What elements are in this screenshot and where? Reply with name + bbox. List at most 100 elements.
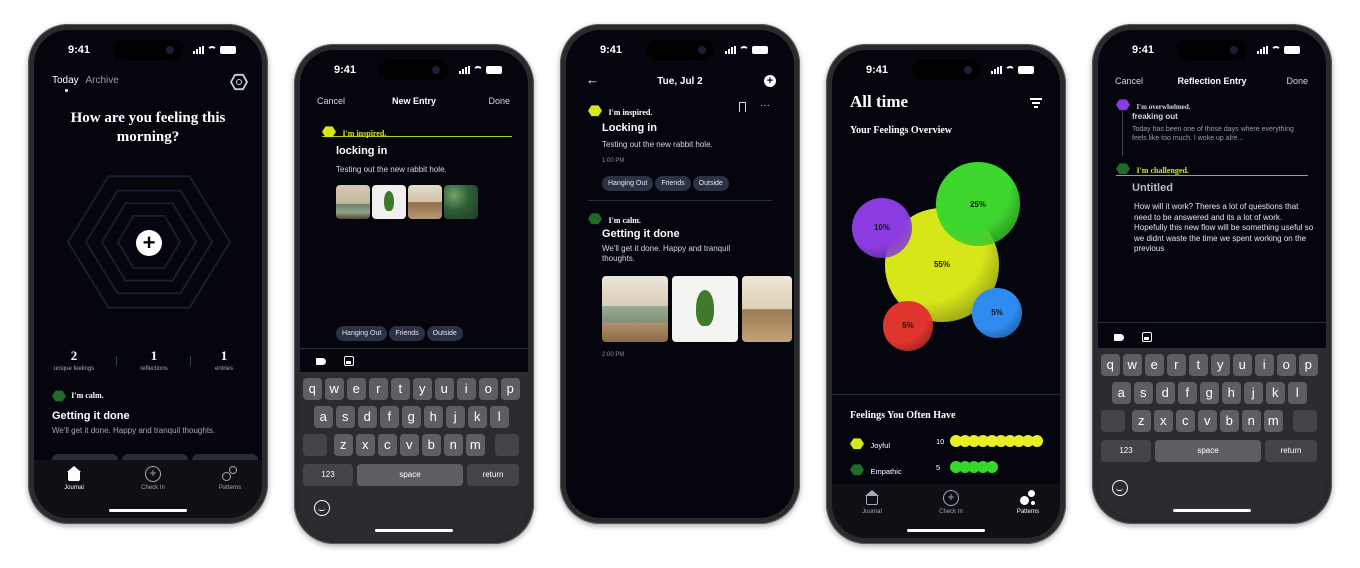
entry-body-input[interactable]: How will it work? Theres a lot of questi…	[1134, 202, 1314, 255]
key-o[interactable]: o	[1277, 354, 1296, 376]
key-w[interactable]: w	[1123, 354, 1142, 376]
key-e[interactable]: e	[347, 378, 366, 400]
entry-title-input[interactable]: locking in	[336, 145, 387, 157]
key-u[interactable]: u	[1233, 354, 1252, 376]
backspace-key[interactable]	[495, 434, 519, 456]
numbers-key[interactable]: 123	[1101, 440, 1151, 462]
space-key[interactable]: space	[357, 464, 463, 486]
image-icon[interactable]	[344, 356, 354, 366]
often-row-joyful[interactable]: Joyful 10	[850, 435, 1046, 450]
key-h[interactable]: h	[1222, 382, 1241, 404]
key-j[interactable]: j	[1244, 382, 1263, 404]
key-s[interactable]: s	[1134, 382, 1153, 404]
key-x[interactable]: x	[356, 434, 375, 456]
key-g[interactable]: g	[402, 406, 421, 428]
entry-title-input[interactable]: Untitled	[1132, 182, 1173, 194]
often-row-empathic[interactable]: Empathic 5	[850, 461, 1046, 476]
photo-room[interactable]	[408, 185, 442, 219]
add-entry-button[interactable]: +	[764, 75, 776, 87]
key-d[interactable]: d	[358, 406, 377, 428]
key-t[interactable]: t	[391, 378, 410, 400]
photo-room[interactable]	[742, 276, 792, 342]
photo-living-room[interactable]	[602, 276, 668, 342]
key-m[interactable]: m	[466, 434, 485, 456]
feeling-label[interactable]: I'm challenged.	[1116, 160, 1308, 176]
key-z[interactable]: z	[1132, 410, 1151, 432]
key-b[interactable]: b	[422, 434, 441, 456]
add-checkin-button[interactable]: +	[136, 230, 162, 256]
photo-living-room[interactable]	[336, 185, 370, 219]
tag-chip[interactable]: Friends	[655, 176, 691, 191]
emoji-icon[interactable]	[314, 500, 330, 516]
key-b[interactable]: b	[1220, 410, 1239, 432]
key-y[interactable]: y	[1211, 354, 1230, 376]
key-z[interactable]: z	[334, 434, 353, 456]
key-g[interactable]: g	[1200, 382, 1219, 404]
shift-key[interactable]	[303, 434, 327, 456]
nav-checkin[interactable]: + Check In	[921, 490, 981, 515]
backspace-key[interactable]	[1293, 410, 1317, 432]
key-h[interactable]: h	[424, 406, 443, 428]
image-icon[interactable]	[1142, 332, 1152, 342]
key-v[interactable]: v	[1198, 410, 1217, 432]
key-p[interactable]: p	[1299, 354, 1318, 376]
key-d[interactable]: d	[1156, 382, 1175, 404]
bubble-feeling-5[interactable]: 5%	[883, 301, 933, 351]
nav-journal[interactable]: Journal	[842, 490, 902, 515]
nav-checkin[interactable]: + Check In	[123, 466, 183, 491]
key-w[interactable]: w	[325, 378, 344, 400]
settings-icon[interactable]	[230, 73, 248, 91]
key-e[interactable]: e	[1145, 354, 1164, 376]
photo-plant[interactable]	[672, 276, 738, 342]
tag-chip[interactable]: Friends	[389, 326, 425, 341]
emoji-icon[interactable]	[1112, 480, 1128, 496]
done-button[interactable]: Done	[1286, 76, 1308, 86]
tag-chip[interactable]: Outside	[692, 176, 729, 191]
key-i[interactable]: i	[1255, 354, 1274, 376]
shift-key[interactable]	[1101, 410, 1125, 432]
key-p[interactable]: p	[501, 378, 520, 400]
key-j[interactable]: j	[446, 406, 465, 428]
key-c[interactable]: c	[378, 434, 397, 456]
tag-chip[interactable]: Hanging Out	[336, 326, 388, 341]
key-t[interactable]: t	[1189, 354, 1208, 376]
filter-icon[interactable]	[1030, 98, 1042, 108]
key-k[interactable]: k	[1266, 382, 1285, 404]
key-q[interactable]: q	[1101, 354, 1120, 376]
numbers-key[interactable]: 123	[303, 464, 353, 486]
entry-card[interactable]: I'm inspired. ···	[588, 100, 784, 120]
key-a[interactable]: a	[314, 406, 333, 428]
key-u[interactable]: u	[435, 378, 454, 400]
key-x[interactable]: x	[1154, 410, 1173, 432]
tag-chip[interactable]: Hanging Out	[602, 176, 654, 191]
bookmark-icon[interactable]	[739, 102, 746, 112]
bubble-feeling-4[interactable]: 5%	[972, 288, 1022, 338]
more-icon[interactable]: ···	[760, 100, 770, 111]
entry-body-input[interactable]: Testing out the new rabbit hole.	[336, 165, 447, 174]
tab-archive[interactable]: Archive	[85, 75, 118, 86]
key-k[interactable]: k	[468, 406, 487, 428]
nav-journal[interactable]: Journal	[44, 466, 104, 491]
photo-leaves[interactable]	[444, 185, 478, 219]
key-o[interactable]: o	[479, 378, 498, 400]
key-f[interactable]: f	[380, 406, 399, 428]
key-v[interactable]: v	[400, 434, 419, 456]
key-m[interactable]: m	[1264, 410, 1283, 432]
bubble-feeling-2[interactable]: 25%	[936, 162, 1020, 246]
key-s[interactable]: s	[336, 406, 355, 428]
tag-chip[interactable]: Outside	[426, 326, 463, 341]
key-r[interactable]: r	[1167, 354, 1186, 376]
key-n[interactable]: n	[1242, 410, 1261, 432]
return-key[interactable]: return	[467, 464, 519, 486]
entry-title[interactable]: Getting it done	[52, 410, 130, 422]
done-button[interactable]: Done	[488, 96, 510, 106]
tag-icon[interactable]	[316, 358, 326, 365]
tag-icon[interactable]	[1114, 334, 1124, 341]
entry-title[interactable]: Getting it done	[602, 228, 680, 240]
feeling-label[interactable]: I'm inspired.	[322, 123, 512, 138]
key-l[interactable]: l	[490, 406, 509, 428]
key-i[interactable]: i	[457, 378, 476, 400]
key-c[interactable]: c	[1176, 410, 1195, 432]
key-f[interactable]: f	[1178, 382, 1197, 404]
return-key[interactable]: return	[1265, 440, 1317, 462]
